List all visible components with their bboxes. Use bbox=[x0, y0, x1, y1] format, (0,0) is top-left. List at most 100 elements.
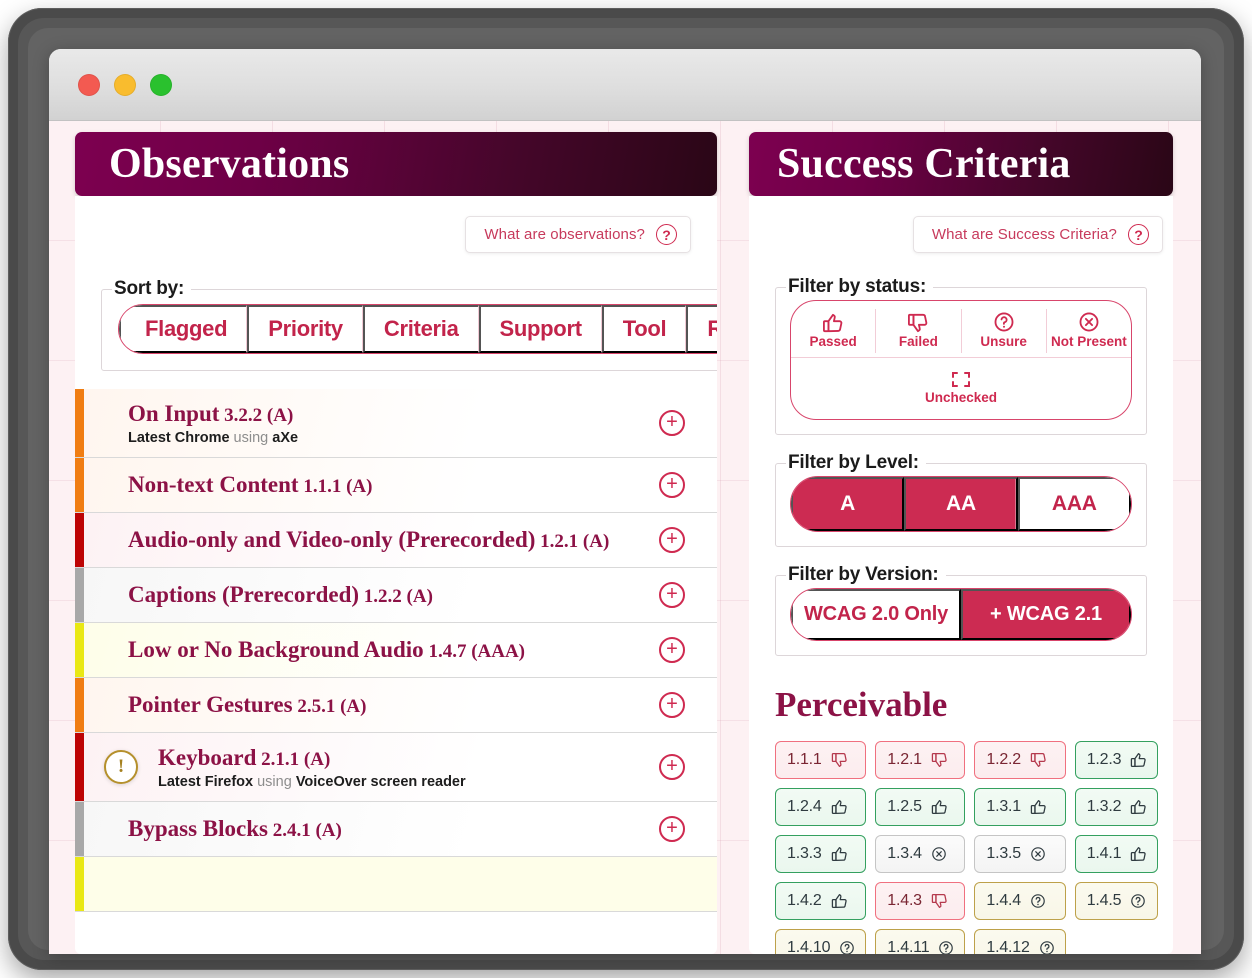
criterion-chip-1.3.1[interactable]: 1.3.1 bbox=[974, 787, 1066, 826]
criterion-chip-1.3.2[interactable]: 1.3.2 bbox=[1074, 787, 1159, 826]
add-observation-button[interactable]: + bbox=[659, 527, 685, 554]
criterion-chip-1.4.1[interactable]: 1.4.1 bbox=[1074, 834, 1159, 873]
level-option-aa[interactable]: AA bbox=[904, 477, 1018, 531]
observation-criterion-name: On Input bbox=[128, 401, 220, 426]
observation-row[interactable]: Non-text Content 1.1.1 (A) + bbox=[75, 458, 717, 514]
observation-criterion-number: 1.2.2 (A) bbox=[359, 586, 433, 608]
question-mark-icon: ? bbox=[656, 224, 677, 245]
sort-option-priority[interactable]: Priority bbox=[247, 305, 363, 353]
observation-row[interactable]: ! Keyboard 2.1.1 (A) Latest Firefox using … bbox=[75, 733, 717, 803]
criterion-chip-1.4.12[interactable]: 1.4.12 bbox=[974, 928, 1066, 954]
thumbs-up-icon bbox=[931, 799, 948, 815]
level-option-a[interactable]: A bbox=[791, 477, 905, 531]
level-option-aaa[interactable]: AAA bbox=[1017, 477, 1131, 531]
level-toggle-control[interactable]: A AA AAA bbox=[790, 476, 1132, 532]
sort-by-legend: Sort by: bbox=[112, 278, 192, 300]
observation-environment: Latest Firefox using VoiceOver screen re… bbox=[158, 774, 645, 790]
x-circle-icon bbox=[931, 846, 947, 862]
status-filter-unchecked[interactable]: Unchecked bbox=[923, 365, 999, 409]
observation-tool: VoiceOver screen reader bbox=[295, 774, 466, 791]
thumbs-down-icon bbox=[907, 311, 929, 333]
version-option-wcag-2-0-only[interactable]: WCAG 2.0 Only bbox=[791, 589, 961, 640]
criterion-chip-1.3.5[interactable]: 1.3.5 bbox=[974, 834, 1066, 873]
criterion-chip-1.4.5[interactable]: 1.4.5 bbox=[1074, 881, 1159, 920]
observation-criterion-name: Pointer Gestures bbox=[128, 692, 293, 718]
criterion-chip-1.2.3[interactable]: 1.2.3 bbox=[1074, 740, 1159, 779]
add-observation-button[interactable]: + bbox=[659, 637, 685, 664]
x-circle-icon bbox=[1078, 311, 1100, 333]
sort-option-support[interactable]: Support bbox=[478, 305, 602, 353]
observation-row[interactable]: Captions (Prerecorded) 1.2.2 (A) + bbox=[75, 568, 717, 624]
criteria-section-title: Perceivable bbox=[775, 685, 948, 724]
criterion-chip-1.4.2[interactable]: 1.4.2 bbox=[775, 881, 867, 920]
criterion-chip-1.4.3[interactable]: 1.4.3 bbox=[875, 881, 966, 920]
criterion-chip-label: 1.1.1 bbox=[787, 750, 822, 768]
add-observation-button[interactable]: + bbox=[659, 816, 685, 843]
criterion-chip-1.2.4[interactable]: 1.2.4 bbox=[775, 787, 867, 826]
observation-criterion-number: 2.1.1 (A) bbox=[256, 749, 331, 771]
observation-criterion-number: 3.2.2 (A) bbox=[219, 405, 294, 426]
observation-title: Bypass Blocks 2.4.1 (A) bbox=[128, 815, 645, 843]
sort-by-segmented-control[interactable]: FlaggedPriorityCriteriaSupportToolReset bbox=[118, 304, 717, 354]
criterion-chip-1.4.4[interactable]: 1.4.4 bbox=[974, 881, 1066, 920]
priority-color-bar bbox=[75, 802, 84, 857]
what-are-observations-button[interactable]: What are observations? ? bbox=[465, 216, 691, 253]
status-filter-unsure[interactable]: Unsure bbox=[962, 309, 1047, 353]
criterion-chip-label: 1.2.2 bbox=[986, 750, 1021, 768]
observation-row[interactable]: On Input 3.2.2 (A) Latest Chrome using aX… bbox=[75, 389, 717, 459]
sort-option-flagged[interactable]: Flagged bbox=[119, 305, 248, 353]
thumbs-down-icon bbox=[831, 752, 848, 768]
observation-row[interactable]: Audio-only and Video-only (Prerecorded) … bbox=[75, 513, 717, 569]
add-observation-button[interactable]: + bbox=[659, 472, 685, 499]
observation-text: Captions (Prerecorded) 1.2.2 (A) bbox=[96, 581, 645, 609]
question-mark-icon: ? bbox=[1128, 224, 1149, 245]
criterion-chip-label: 1.4.5 bbox=[1086, 891, 1122, 909]
sort-option-criteria[interactable]: Criteria bbox=[362, 305, 479, 353]
filter-by-level-legend: Filter by Level: bbox=[786, 452, 926, 474]
add-observation-button[interactable]: + bbox=[659, 410, 685, 437]
status-filter-not-present[interactable]: Not Present bbox=[1047, 309, 1131, 353]
add-observation-button[interactable]: + bbox=[659, 754, 685, 781]
filter-by-version-legend: Filter by Version: bbox=[786, 564, 946, 586]
observation-criterion-number: 1.2.1 (A) bbox=[535, 531, 610, 553]
version-option-wcag-2-1[interactable]: + WCAG 2.1 bbox=[961, 589, 1131, 640]
thumbs-down-icon bbox=[1030, 752, 1047, 768]
status-filter-failed[interactable]: Failed bbox=[876, 309, 962, 353]
success-criteria-body: What are Success Criteria? ? Filter by s… bbox=[749, 196, 1173, 954]
add-observation-button[interactable]: + bbox=[659, 692, 685, 719]
observation-row[interactable]: Pointer Gestures 2.5.1 (A) + bbox=[75, 678, 717, 734]
observation-row[interactable]: Bypass Blocks 2.4.1 (A) + bbox=[75, 802, 717, 858]
observation-title: On Input 3.2.2 (A) bbox=[128, 400, 645, 428]
close-window-button[interactable] bbox=[78, 73, 100, 96]
browser-window: Observations What are observations? ? So… bbox=[49, 49, 1201, 954]
status-filter-control: Passed Failed Unsure Not Present Unchecked bbox=[790, 300, 1132, 420]
status-filter-passed[interactable]: Passed bbox=[791, 309, 877, 353]
observation-title: Low or No Background Audio 1.4.7 (AAA) bbox=[128, 636, 645, 664]
what-are-success-criteria-button[interactable]: What are Success Criteria? ? bbox=[912, 216, 1163, 253]
criterion-chip-1.1.1[interactable]: 1.1.1 bbox=[775, 740, 867, 779]
observations-help-row: What are observations? ? bbox=[75, 196, 717, 253]
criterion-chip-1.3.3[interactable]: 1.3.3 bbox=[775, 834, 867, 873]
version-toggle-control[interactable]: WCAG 2.0 Only + WCAG 2.1 bbox=[790, 588, 1132, 641]
observation-criterion-name: Bypass Blocks bbox=[128, 816, 268, 842]
priority-color-bar bbox=[75, 733, 84, 802]
question-circle-icon bbox=[839, 940, 855, 954]
criterion-chip-1.2.1[interactable]: 1.2.1 bbox=[875, 740, 966, 779]
criterion-chip-label: 1.2.1 bbox=[887, 750, 922, 768]
sort-option-tool[interactable]: Tool bbox=[601, 305, 687, 353]
observation-row[interactable] bbox=[75, 857, 717, 913]
help-label: What are observations? bbox=[484, 226, 645, 243]
criterion-chip-1.4.11[interactable]: 1.4.11 bbox=[875, 928, 966, 954]
criterion-chip-1.2.2[interactable]: 1.2.2 bbox=[974, 740, 1066, 779]
maximize-window-button[interactable] bbox=[150, 73, 172, 96]
criterion-chip-1.4.10[interactable]: 1.4.10 bbox=[775, 928, 867, 954]
add-observation-button[interactable]: + bbox=[659, 582, 685, 609]
minimize-window-button[interactable] bbox=[114, 73, 136, 96]
criterion-chip-1.2.5[interactable]: 1.2.5 bbox=[875, 787, 966, 826]
priority-color-bar bbox=[75, 458, 84, 513]
observation-row[interactable]: Low or No Background Audio 1.4.7 (AAA) + bbox=[75, 623, 717, 679]
sort-option-reset[interactable]: Reset bbox=[686, 305, 717, 353]
criterion-chip-1.3.4[interactable]: 1.3.4 bbox=[875, 834, 966, 873]
window-titlebar bbox=[49, 49, 1201, 121]
sort-by-group: Sort by: Flagged Priority Criteria Support T… bbox=[101, 278, 717, 371]
